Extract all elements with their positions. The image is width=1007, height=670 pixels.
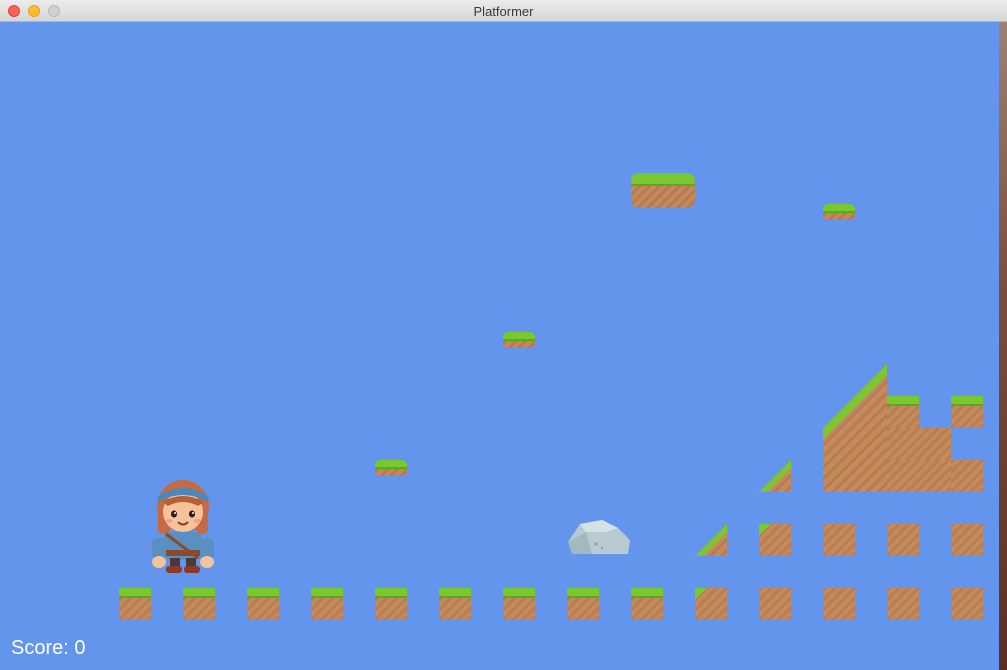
dirt-block — [951, 524, 983, 556]
grass-slope — [695, 524, 727, 556]
window-title: Platformer — [473, 4, 534, 19]
dirt-block — [951, 588, 983, 620]
dirt-block — [887, 524, 919, 556]
dirt-block — [823, 524, 855, 556]
floating-platform — [503, 332, 535, 348]
ground-tile — [503, 588, 535, 620]
ground-tile — [183, 588, 215, 620]
game-window: Platformer Score: 0 — [0, 0, 1007, 670]
grass-hill-slope — [823, 364, 887, 492]
window-titlebar: Platformer — [0, 0, 1007, 22]
ground-tile — [887, 396, 919, 428]
dirt-block — [759, 588, 791, 620]
grass-slope — [759, 460, 791, 492]
ground-tile — [567, 588, 599, 620]
score-label: Score: 0 — [11, 637, 86, 659]
ground-tile — [375, 588, 407, 620]
dirt-block — [887, 588, 919, 620]
ground-tile — [631, 588, 663, 620]
grass-corner — [695, 588, 707, 600]
player-character — [152, 480, 214, 573]
ground-tile — [439, 588, 471, 620]
desktop-background — [999, 22, 1007, 670]
dirt-block — [887, 460, 951, 492]
grass-corner — [759, 524, 771, 536]
floating-platform — [823, 204, 855, 220]
ground-tile — [951, 396, 983, 428]
dirt-block — [823, 588, 855, 620]
ground-tile — [119, 588, 151, 620]
rock-obstacle — [568, 520, 630, 554]
ground-tile — [247, 588, 279, 620]
dirt-block — [887, 428, 951, 460]
game-canvas[interactable]: Score: 0 — [0, 22, 999, 670]
ground-tile — [311, 588, 343, 620]
floating-platform — [375, 460, 407, 476]
floating-platform-large — [631, 173, 695, 208]
dirt-block — [951, 460, 983, 492]
